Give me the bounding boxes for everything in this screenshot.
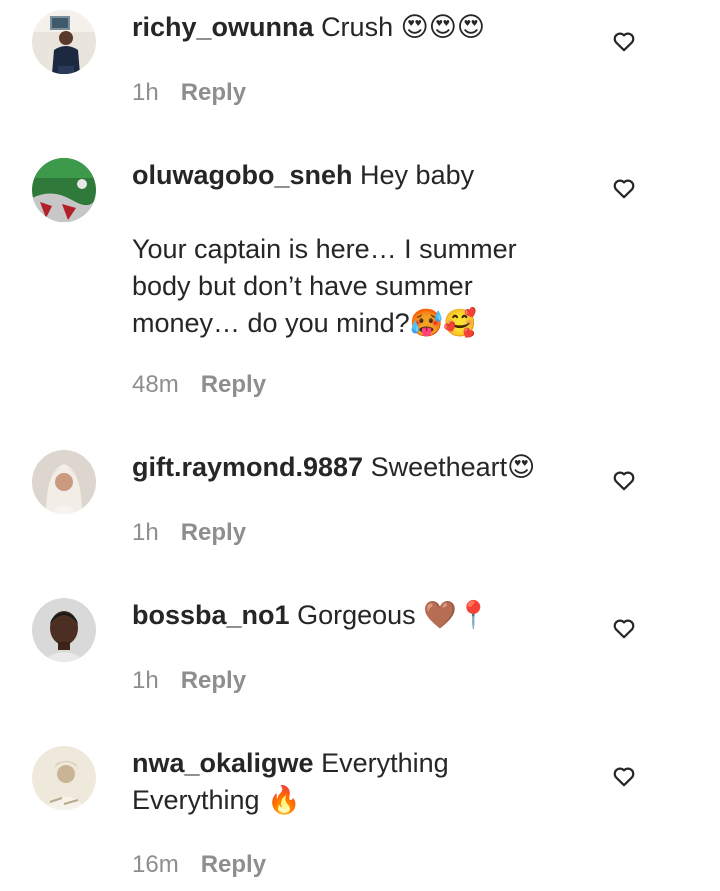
heart-icon[interactable] bbox=[611, 615, 637, 641]
comment-body: bossba_no1 Gorgeous 🤎📍 bbox=[132, 597, 552, 634]
comment-timestamp: 16m bbox=[132, 851, 179, 878]
comment-text: Sweetheart😍 bbox=[370, 452, 536, 482]
comment-body: nwa_okaligwe Everything Everything 🔥 bbox=[132, 745, 552, 819]
comment-timestamp: 1h bbox=[132, 667, 159, 694]
comment-username[interactable]: gift.raymond.9887 bbox=[132, 452, 363, 482]
avatar[interactable] bbox=[32, 746, 96, 810]
comment-meta: 1h Reply bbox=[132, 518, 246, 548]
reply-button[interactable]: Reply bbox=[181, 519, 246, 546]
avatar[interactable] bbox=[32, 10, 96, 74]
avatar[interactable] bbox=[32, 450, 96, 514]
comment-timestamp: 1h bbox=[132, 79, 159, 106]
comment-meta: 16m Reply bbox=[132, 850, 266, 880]
comment-timestamp: 1h bbox=[132, 519, 159, 546]
avatar[interactable] bbox=[32, 598, 96, 662]
heart-icon[interactable] bbox=[611, 175, 637, 201]
heart-icon[interactable] bbox=[611, 467, 637, 493]
comment-body: richy_owunna Crush 😍😍😍 bbox=[132, 9, 552, 46]
comment-body: oluwagobo_sneh Hey baby Your captain is … bbox=[132, 157, 552, 342]
comment-meta: 1h Reply bbox=[132, 78, 246, 108]
comment-username[interactable]: richy_owunna bbox=[132, 12, 314, 42]
comment-text: Crush 😍😍😍 bbox=[321, 12, 486, 42]
heart-icon[interactable] bbox=[611, 28, 637, 54]
reply-button[interactable]: Reply bbox=[181, 667, 246, 694]
heart-icon[interactable] bbox=[611, 763, 637, 789]
comment-meta: 1h Reply bbox=[132, 666, 246, 696]
reply-button[interactable]: Reply bbox=[201, 371, 266, 398]
comment-username[interactable]: bossba_no1 bbox=[132, 600, 290, 630]
avatar[interactable] bbox=[32, 158, 96, 222]
reply-button[interactable]: Reply bbox=[201, 851, 266, 878]
comment-username[interactable]: oluwagobo_sneh bbox=[132, 160, 353, 190]
comment-meta: 48m Reply bbox=[132, 370, 266, 400]
comment-username[interactable]: nwa_okaligwe bbox=[132, 748, 314, 778]
comment-timestamp: 48m bbox=[132, 371, 179, 398]
reply-button[interactable]: Reply bbox=[181, 79, 246, 106]
comment-text: Gorgeous 🤎📍 bbox=[297, 600, 491, 630]
comment-body: gift.raymond.9887 Sweetheart😍 bbox=[132, 449, 552, 486]
